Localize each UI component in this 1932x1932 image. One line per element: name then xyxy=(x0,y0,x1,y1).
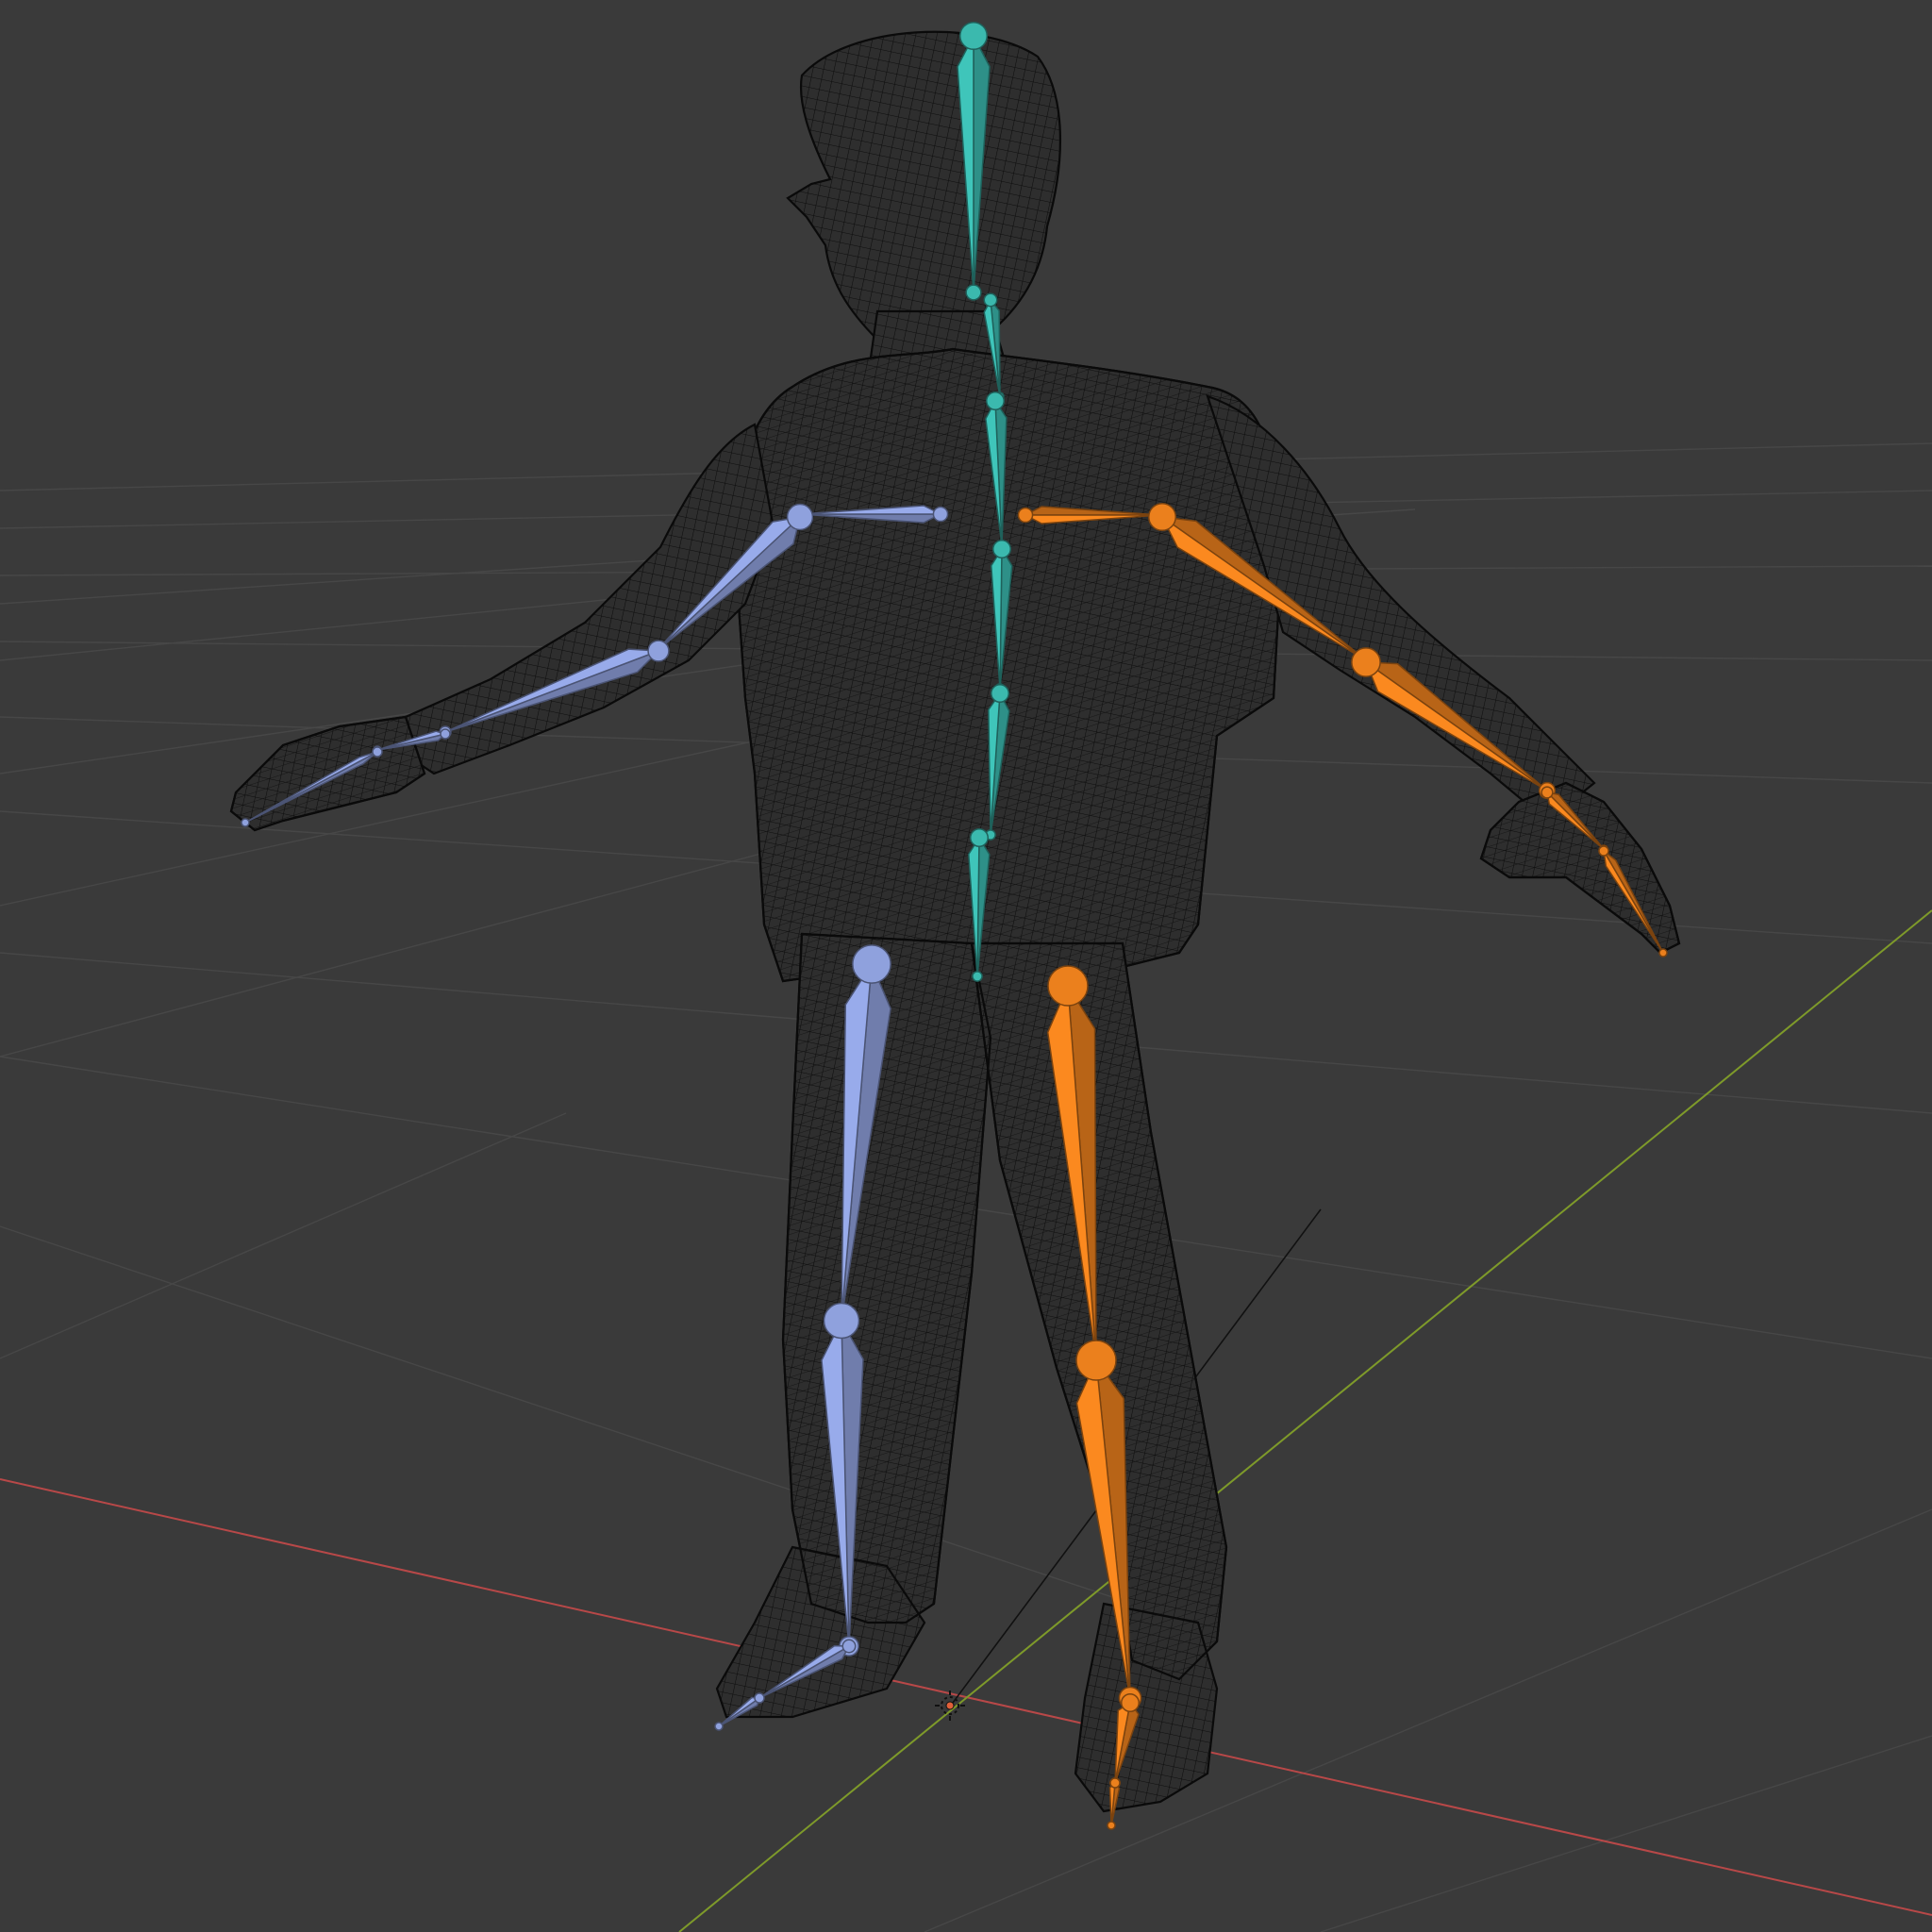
bone-head-head-joint[interactable] xyxy=(958,21,989,51)
bone-neck-head-joint[interactable] xyxy=(983,292,998,308)
bone-spine-3-head-joint[interactable] xyxy=(986,391,1005,410)
bone-thigh-l-head-joint[interactable] xyxy=(852,944,891,984)
bone-hips-head-joint[interactable] xyxy=(970,828,989,847)
bone-thigh-r-head-joint[interactable] xyxy=(1047,965,1089,1007)
bone-spine-1-head-joint[interactable] xyxy=(991,684,1009,703)
bone-finger-l-tail-joint[interactable] xyxy=(241,818,250,827)
bone-foot-l-head-joint[interactable] xyxy=(841,1639,857,1654)
bone-hand-r-head-joint[interactable] xyxy=(1541,786,1554,799)
viewport-canvas[interactable] xyxy=(0,0,1932,1932)
bone-foot-r-head-joint[interactable] xyxy=(1121,1693,1140,1712)
bone-upperarm-l-head-joint[interactable] xyxy=(786,503,814,531)
bone-forearm-r-head-joint[interactable] xyxy=(1351,647,1381,677)
bone-shin-r-head-joint[interactable] xyxy=(1075,1340,1117,1381)
bone-finger-r-head-joint[interactable] xyxy=(1598,845,1609,857)
bone-finger-l-head-joint[interactable] xyxy=(372,746,383,758)
bone-toe-l-head-joint[interactable] xyxy=(754,1692,765,1704)
bone-shin-l-head-joint[interactable] xyxy=(823,1302,860,1340)
bone-toe-l-tail-joint[interactable] xyxy=(714,1722,724,1731)
bone-finger-r-tail-joint[interactable] xyxy=(1658,948,1668,958)
bone-upperarm-r-head-joint[interactable] xyxy=(1147,502,1177,532)
bone-forearm-l-head-joint[interactable] xyxy=(647,640,670,662)
bone-shoulder-r-head-joint[interactable] xyxy=(1017,507,1034,524)
bone-hand-l-head-joint[interactable] xyxy=(440,728,451,740)
bone-spine-2-head-joint[interactable] xyxy=(992,540,1011,558)
bone-toe-r-tail-joint[interactable] xyxy=(1107,1821,1116,1830)
bone-toe-r-head-joint[interactable] xyxy=(1109,1777,1121,1789)
bone-hips-tail-joint[interactable] xyxy=(972,971,983,982)
bone-head-tail-joint[interactable] xyxy=(965,284,982,301)
3d-viewport[interactable] xyxy=(0,0,1932,1932)
bone-shoulder-l-head-joint[interactable] xyxy=(932,506,949,523)
